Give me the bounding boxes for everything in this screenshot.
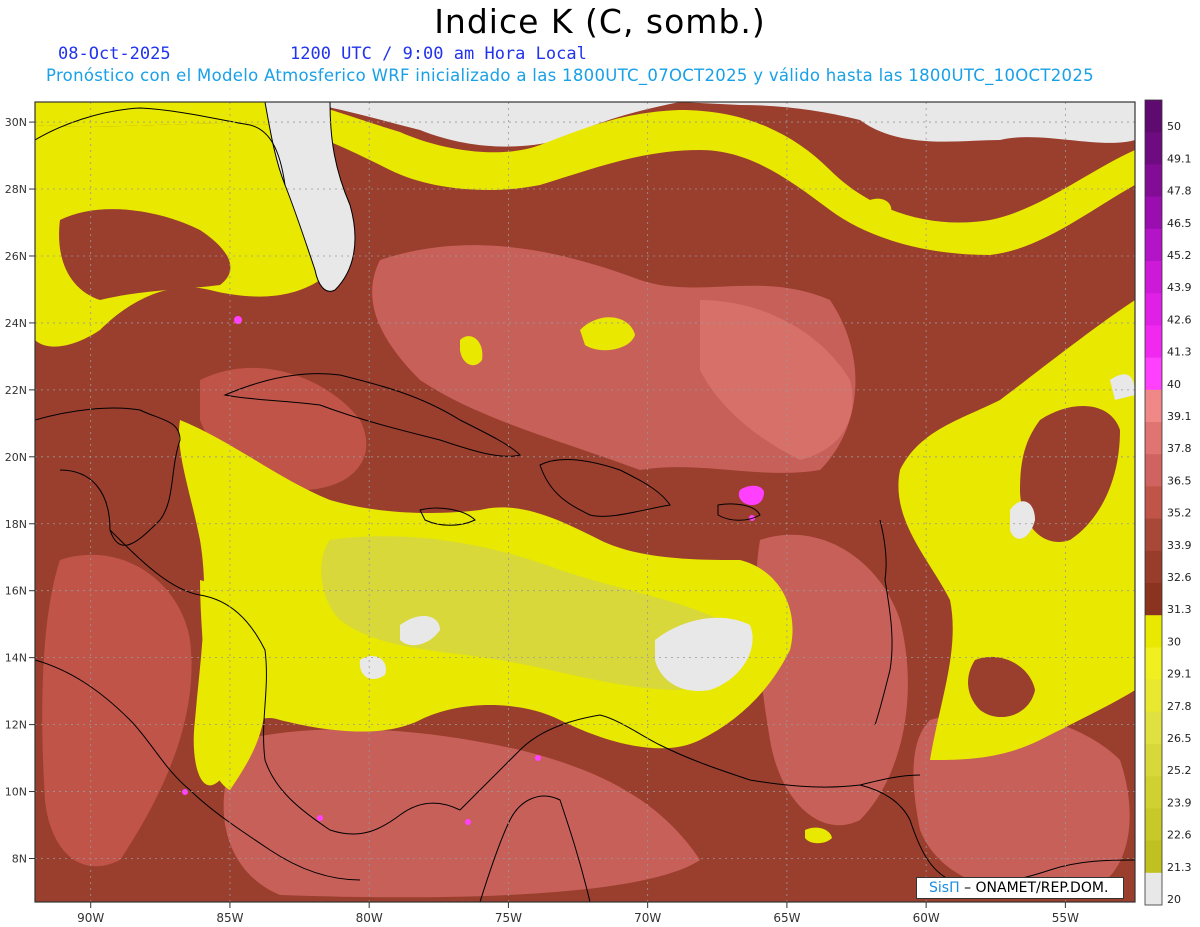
colorbar-label: 25.2 — [1167, 764, 1192, 777]
colorbar-swatch — [1145, 776, 1162, 809]
field-magenta-4 — [317, 815, 323, 821]
colorbar-swatch — [1145, 840, 1162, 874]
colorbar-swatch — [1145, 325, 1162, 359]
colorbar-label: 39.1 — [1167, 410, 1192, 423]
colorbar-label: 46.5 — [1167, 217, 1192, 230]
field-layer — [35, 102, 1135, 902]
colorbar-swatch — [1145, 550, 1162, 584]
credit-box: SisΠ – ONAMET/REP.DOM. — [916, 877, 1124, 899]
field-magenta-3 — [182, 789, 188, 795]
colorbar-label: 21.3 — [1167, 861, 1192, 874]
forecast-time: 1200 UTC / 9:00 am Hora Local — [290, 44, 587, 64]
colorbar: 50 49.1 47.8 46.5 45.2 43.9 42.6 41.3 40 39.1 37.8… — [1144, 99, 1192, 906]
lat-tick-label: 20N — [5, 451, 27, 464]
colorbar-swatch — [1145, 872, 1162, 906]
colorbar-label: 45.2 — [1167, 249, 1192, 262]
lat-tick-label: 14N — [5, 652, 27, 665]
colorbar-swatch — [1145, 808, 1162, 842]
lon-tick-label: 55W — [1052, 911, 1079, 925]
lat-tick-label: 28N — [5, 183, 27, 196]
colorbar-swatch — [1145, 293, 1162, 326]
forecast-date: 08-Oct-2025 — [58, 44, 171, 64]
colorbar-swatch — [1145, 357, 1162, 391]
colorbar-label: 32.6 — [1167, 571, 1192, 584]
colorbar-label: 42.6 — [1167, 313, 1192, 326]
colorbar-swatch — [1145, 486, 1162, 520]
lon-tick-label: 80W — [356, 911, 383, 925]
colorbar-label: 26.5 — [1167, 732, 1192, 745]
lat-tick-label: 26N — [5, 250, 27, 263]
colorbar-label: 31.3 — [1167, 603, 1192, 616]
colorbar-swatch — [1145, 196, 1162, 230]
colorbar-label: 50 — [1167, 120, 1181, 133]
field-magenta-5 — [465, 819, 471, 825]
colorbar-swatch — [1145, 100, 1162, 133]
colorbar-swatch — [1145, 389, 1162, 423]
lat-tick-label: 24N — [5, 317, 27, 330]
lon-tick-label: 75W — [495, 911, 522, 925]
colorbar-label: 33.9 — [1167, 539, 1192, 552]
colorbar-label: 30 — [1167, 635, 1181, 648]
colorbar-label: 49.1 — [1167, 152, 1192, 165]
credit-org: – ONAMET/REP.DOM. — [964, 880, 1109, 896]
lat-tick-label: 12N — [5, 719, 27, 732]
colorbar-label: 35.2 — [1167, 507, 1192, 520]
lat-tick-label: 10N — [5, 786, 27, 799]
lat-tick-label: 18N — [5, 518, 27, 531]
lon-tick-label: 65W — [773, 911, 800, 925]
colorbar-label: 23.9 — [1167, 796, 1192, 809]
colorbar-swatch — [1145, 164, 1162, 198]
colorbar-swatch — [1145, 228, 1162, 262]
colorbar-label: 29.1 — [1167, 668, 1192, 681]
map-title: Indice K (C, somb.) — [434, 2, 766, 41]
colorbar-label: 27.8 — [1167, 700, 1192, 713]
colorbar-swatch — [1145, 679, 1162, 713]
colorbar-swatch — [1145, 454, 1162, 487]
lat-tick-label: 22N — [5, 384, 27, 397]
colorbar-label: 20 — [1167, 893, 1181, 906]
colorbar-label: 36.5 — [1167, 474, 1192, 487]
lon-tick-label: 70W — [634, 911, 661, 925]
lat-tick-label: 8N — [12, 852, 27, 865]
colorbar-swatch — [1145, 711, 1162, 745]
colorbar-swatch — [1145, 518, 1162, 552]
colorbar-swatch — [1145, 647, 1162, 681]
colorbar-swatch — [1145, 132, 1162, 165]
colorbar-swatch — [1145, 261, 1162, 294]
credit-brand: SisΠ — [929, 880, 960, 896]
lon-tick-label: 60W — [913, 911, 940, 925]
k-index-map: 90W 85W 80W 75W 70W 65W 60W 55W 30N 28N 26N 24N 22N 2… — [5, 99, 1192, 925]
model-description: Pronóstico con el Modelo Atmosferico WRF… — [46, 66, 1094, 85]
lat-tick-label: 16N — [5, 585, 27, 598]
colorbar-label: 40 — [1167, 378, 1181, 391]
colorbar-swatch — [1145, 744, 1162, 777]
colorbar-label: 22.6 — [1167, 829, 1192, 842]
colorbar-swatch — [1145, 583, 1162, 616]
colorbar-swatch — [1145, 422, 1162, 455]
field-magenta-6 — [535, 755, 541, 761]
lon-tick-label: 85W — [216, 911, 243, 925]
colorbar-label: 47.8 — [1167, 185, 1192, 198]
colorbar-label: 43.9 — [1167, 281, 1192, 294]
colorbar-label: 41.3 — [1167, 346, 1192, 359]
colorbar-label: 37.8 — [1167, 442, 1192, 455]
colorbar-swatch — [1145, 615, 1162, 648]
lon-tick-label: 90W — [77, 911, 104, 925]
lat-tick-label: 30N — [5, 116, 27, 129]
